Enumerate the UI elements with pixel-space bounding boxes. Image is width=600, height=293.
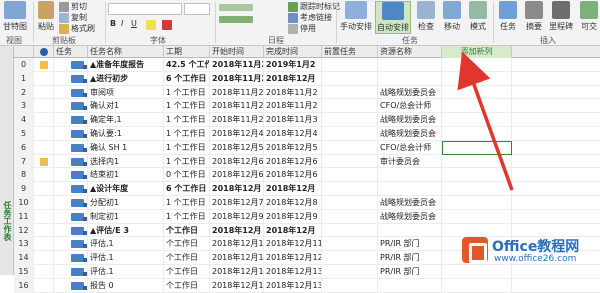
num-cell: 16 xyxy=(14,278,34,293)
new-column-cell[interactable] xyxy=(442,278,512,293)
pred-cell[interactable] xyxy=(322,278,378,293)
red-arrow-icon xyxy=(457,51,514,191)
res-cell[interactable] xyxy=(378,278,442,293)
watermark-title: Office教程网 xyxy=(492,239,580,255)
office-logo-icon xyxy=(462,237,488,263)
indicator-cell xyxy=(34,278,54,293)
watermark: Office教程网 www.office26.com xyxy=(462,234,594,268)
table-row[interactable]: 16 报告 0 个工作日 2018年12月13 2018年12月13 xyxy=(14,278,600,293)
start-cell[interactable]: 2018年12月13 xyxy=(210,278,264,293)
auto-schedule-mode-icon xyxy=(71,281,87,290)
name-cell[interactable]: 报告 0 xyxy=(88,278,164,293)
dur-cell[interactable]: 个工作日 xyxy=(164,278,210,293)
watermark-url: www.office26.com xyxy=(494,254,577,264)
finish-cell[interactable]: 2018年12月13 xyxy=(264,278,322,293)
